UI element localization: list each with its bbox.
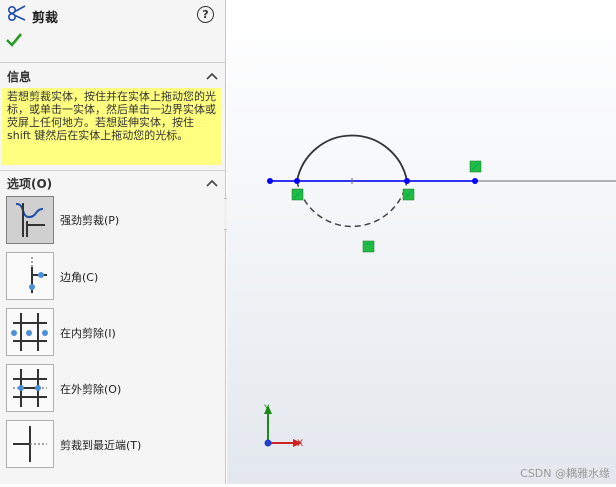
option-label-trim-inside: 在内剪除(I) <box>60 327 116 340</box>
sketch-arc-lower-preview[interactable] <box>296 180 408 228</box>
trim-away-outside-icon <box>13 369 47 407</box>
trim-away-inside-button[interactable] <box>6 308 54 356</box>
info-collapse-chevron-icon[interactable] <box>206 71 218 81</box>
sketch-endpoint[interactable] <box>267 178 273 184</box>
corner-trim-button[interactable] <box>6 252 54 300</box>
watermark: CSDN @耦雅水缘 <box>520 467 610 480</box>
option-label-corner: 边角(C) <box>60 271 99 284</box>
relation-marker <box>402 188 415 201</box>
feature-header: 剪裁 ? <box>0 0 226 30</box>
ok-button[interactable] <box>6 32 23 51</box>
power-trim-button[interactable] <box>6 196 54 244</box>
help-icon[interactable]: ? <box>197 6 214 23</box>
corner-trim-icon <box>29 257 47 293</box>
sketch-arc-upper[interactable] <box>296 134 408 182</box>
trim-to-closest-button[interactable] <box>6 420 54 468</box>
graphics-area[interactable]: Y X <box>227 0 616 484</box>
trim-away-inside-icon <box>11 313 48 351</box>
trim-away-outside-button[interactable] <box>6 364 54 412</box>
sketch-endpoint[interactable] <box>472 178 478 184</box>
axis-x-label: X <box>297 439 303 449</box>
divider <box>0 170 226 171</box>
axis-y-label: Y <box>263 404 270 414</box>
trim-to-closest-icon <box>13 426 47 462</box>
divider <box>0 62 226 63</box>
relation-marker <box>291 188 304 201</box>
options-collapse-chevron-icon[interactable] <box>206 178 218 188</box>
info-section-title: 信息 <box>7 70 32 84</box>
info-message: 若想剪裁实体，按住并在实体上拖动您的光标，或单击一实体，然后单击一边界实体或荧屏… <box>2 88 221 165</box>
option-label-trim-closest: 剪裁到最近端(T) <box>60 439 142 452</box>
option-label-trim-outside: 在外剪除(O) <box>60 383 122 396</box>
sketch-canvas[interactable]: Y X <box>227 0 616 484</box>
trim-entities-icon <box>7 5 27 24</box>
coordinate-triad: Y X <box>263 404 303 449</box>
relation-marker <box>469 160 482 173</box>
property-manager-panel: 剪裁 ? 信息 若想剪裁实体，按住并在实体上拖动您的光标，或单击一实体，然后单击… <box>0 0 226 484</box>
option-label-power-trim: 强劲剪裁(P) <box>60 214 120 227</box>
relation-marker <box>362 240 375 253</box>
power-trim-icon <box>15 203 45 237</box>
feature-title: 剪裁 <box>32 11 59 26</box>
options-section-title: 选项(O) <box>7 177 53 191</box>
checkmark-icon <box>6 33 23 47</box>
